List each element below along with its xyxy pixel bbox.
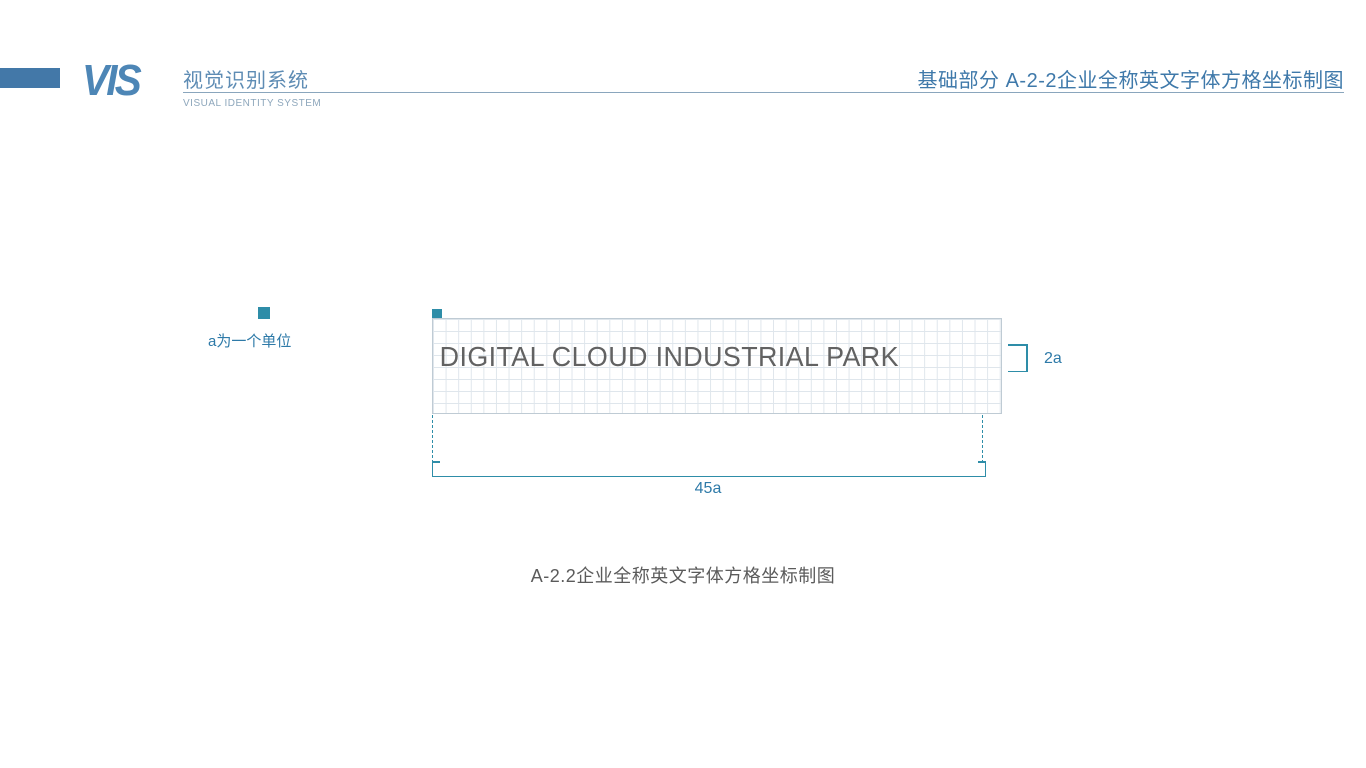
vis-logo: VIS — [82, 56, 139, 106]
width-measure-label: 45a — [432, 480, 984, 498]
width-measure-bracket — [432, 462, 986, 477]
height-measure-label: 2a — [1044, 350, 1062, 368]
vis-logo-subtitle: VISUAL IDENTITY SYSTEM — [183, 98, 321, 109]
vertical-guide-left — [432, 415, 433, 463]
header-accent-block — [0, 68, 60, 88]
page-header: VIS VISUAL IDENTITY SYSTEM 视觉识别系统 基础部分 A… — [0, 60, 1366, 100]
figure-caption: A-2.2企业全称英文字体方格坐标制图 — [0, 562, 1366, 588]
unit-square-icon — [258, 307, 270, 319]
height-measure-bracket — [1008, 344, 1038, 372]
company-name-en: DIGITAL CLOUD INDUSTRIAL PARK — [432, 341, 972, 373]
unit-note: a为一个单位 — [208, 330, 291, 351]
header-divider — [183, 92, 1344, 93]
vertical-guide-right — [982, 415, 983, 463]
header-title-right: 基础部分 A-2-2企业全称英文字体方格坐标制图 — [918, 64, 1344, 93]
header-title-cn: 视觉识别系统 — [183, 64, 309, 93]
